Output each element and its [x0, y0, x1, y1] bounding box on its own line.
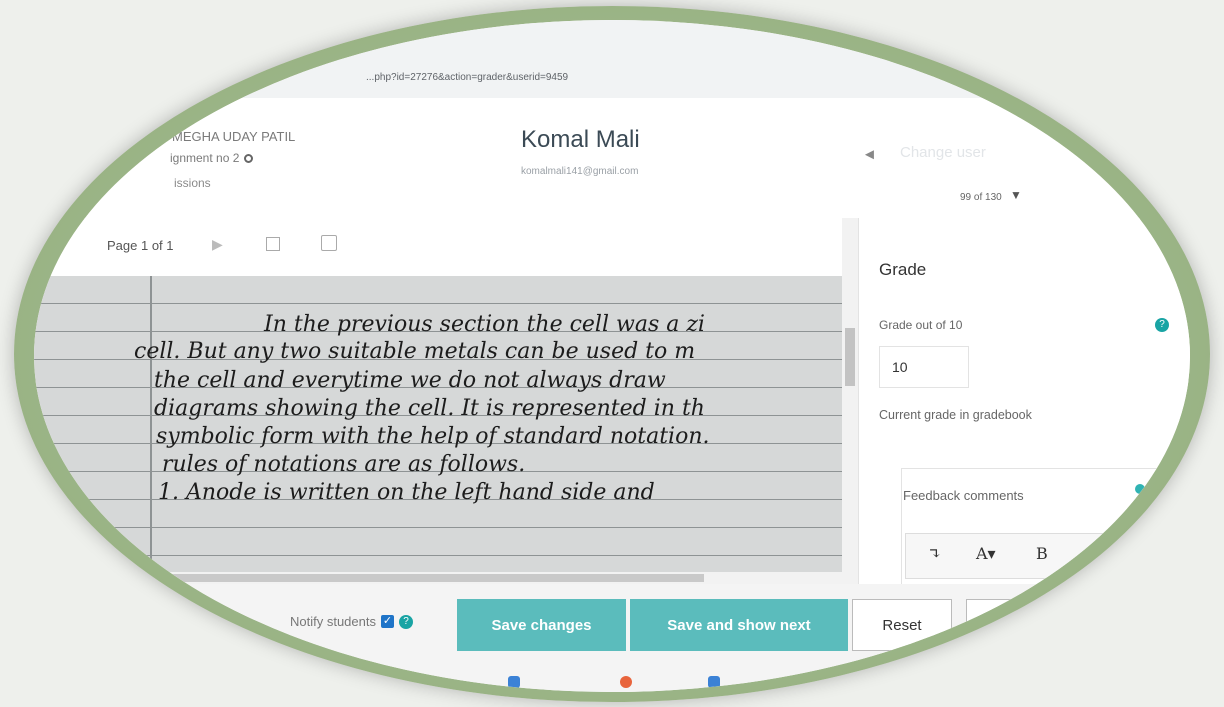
taskbar-app-icon[interactable]: [620, 676, 632, 688]
notify-checkbox[interactable]: ✓: [381, 615, 394, 628]
vertical-scroll-thumb[interactable]: [845, 328, 855, 386]
submission-document[interactable]: In the previous section the cell was a z…: [34, 276, 842, 572]
horizontal-scrollbar[interactable]: [34, 572, 858, 584]
screen-oval: ...php?id=27276&action=grader&userid=945…: [34, 20, 1190, 692]
student-email: komalmali141@gmail.com: [521, 166, 639, 177]
save-changes-button[interactable]: Save changes: [457, 599, 626, 651]
feedback-comments-label: Feedback comments: [903, 488, 1024, 503]
grade-heading: Grade: [879, 260, 927, 279]
submissions-link[interactable]: issions: [174, 176, 211, 190]
page-margin-line: [150, 276, 152, 572]
student-name: Komal Mali: [521, 126, 640, 153]
help-icon[interactable]: ?: [399, 614, 413, 629]
previous-user-icon[interactable]: ◄: [862, 146, 877, 163]
notify-students[interactable]: Notify students ✓ ?: [290, 614, 413, 629]
taskbar: [508, 672, 768, 692]
url-text[interactable]: ...php?id=27276&action=grader&userid=945…: [366, 72, 568, 83]
expand-toolbar-button[interactable]: ↴: [928, 544, 941, 563]
taskbar-app-icon[interactable]: [708, 676, 720, 688]
grade-input[interactable]: [879, 346, 969, 388]
gear-icon[interactable]: [244, 153, 254, 163]
handwriting-line: diagrams showing the cell. It is represe…: [154, 396, 705, 421]
handwriting-line: symbolic form with the help of standard …: [156, 424, 710, 449]
notify-label: Notify students: [290, 614, 376, 629]
course-name[interactable]: MEGHA UDAY PATIL: [172, 129, 295, 144]
grade-panel: Grade Grade out of 10 ? Current grade in…: [858, 218, 1190, 600]
user-count: 99 of 130: [960, 192, 1002, 203]
assignment-link[interactable]: ignment no 2: [170, 151, 254, 165]
change-user-select[interactable]: Change user: [900, 144, 986, 161]
handwriting-line: rules of notations are as follows.: [162, 452, 526, 477]
options-button[interactable]: [966, 599, 1048, 653]
editor-toolbar: ↴ A▾ B: [905, 533, 1190, 579]
grader-footer: Notify students ✓ ? Save changes Save an…: [34, 584, 1190, 692]
pdf-toolbar: Page 1 of 1 ▶: [34, 218, 854, 276]
save-and-show-next-button[interactable]: Save and show next: [630, 599, 848, 651]
browser-url-bar[interactable]: ...php?id=27276&action=grader&userid=945…: [34, 20, 1190, 98]
reset-button[interactable]: Reset: [852, 599, 952, 651]
current-grade-label: Current grade in gradebook: [879, 408, 1032, 422]
vertical-scrollbar[interactable]: [842, 218, 858, 574]
taskbar-app-icon[interactable]: [508, 676, 520, 688]
handwriting-line: In the previous section the cell was a z…: [264, 312, 705, 337]
bold-button[interactable]: B: [1036, 544, 1048, 563]
handwriting-line: cell. But any two suitable metals can be…: [134, 339, 696, 364]
handwriting-line: the cell and everytime we do not always …: [154, 368, 666, 393]
font-color-button[interactable]: A▾: [976, 544, 996, 563]
rotate-icon[interactable]: [321, 235, 337, 251]
grade-out-of-label: Grade out of 10: [879, 318, 963, 332]
assignment-name[interactable]: ignment no 2: [170, 151, 239, 165]
photo-frame: ...php?id=27276&action=grader&userid=945…: [0, 0, 1224, 707]
handwriting-line: 1. Anode is written on the left hand sid…: [158, 480, 655, 505]
horizontal-scroll-thumb[interactable]: [54, 574, 704, 582]
page-label: Page 1 of 1: [107, 238, 174, 253]
feedback-toggle-icon[interactable]: [1135, 484, 1145, 494]
next-page-icon[interactable]: ▶: [212, 236, 223, 253]
filter-icon[interactable]: ▼: [1010, 188, 1022, 202]
expand-icon[interactable]: [266, 237, 280, 251]
grader-header: MEGHA UDAY PATIL ignment no 2 issions Ko…: [34, 98, 1190, 219]
help-icon[interactable]: ?: [1155, 318, 1169, 332]
